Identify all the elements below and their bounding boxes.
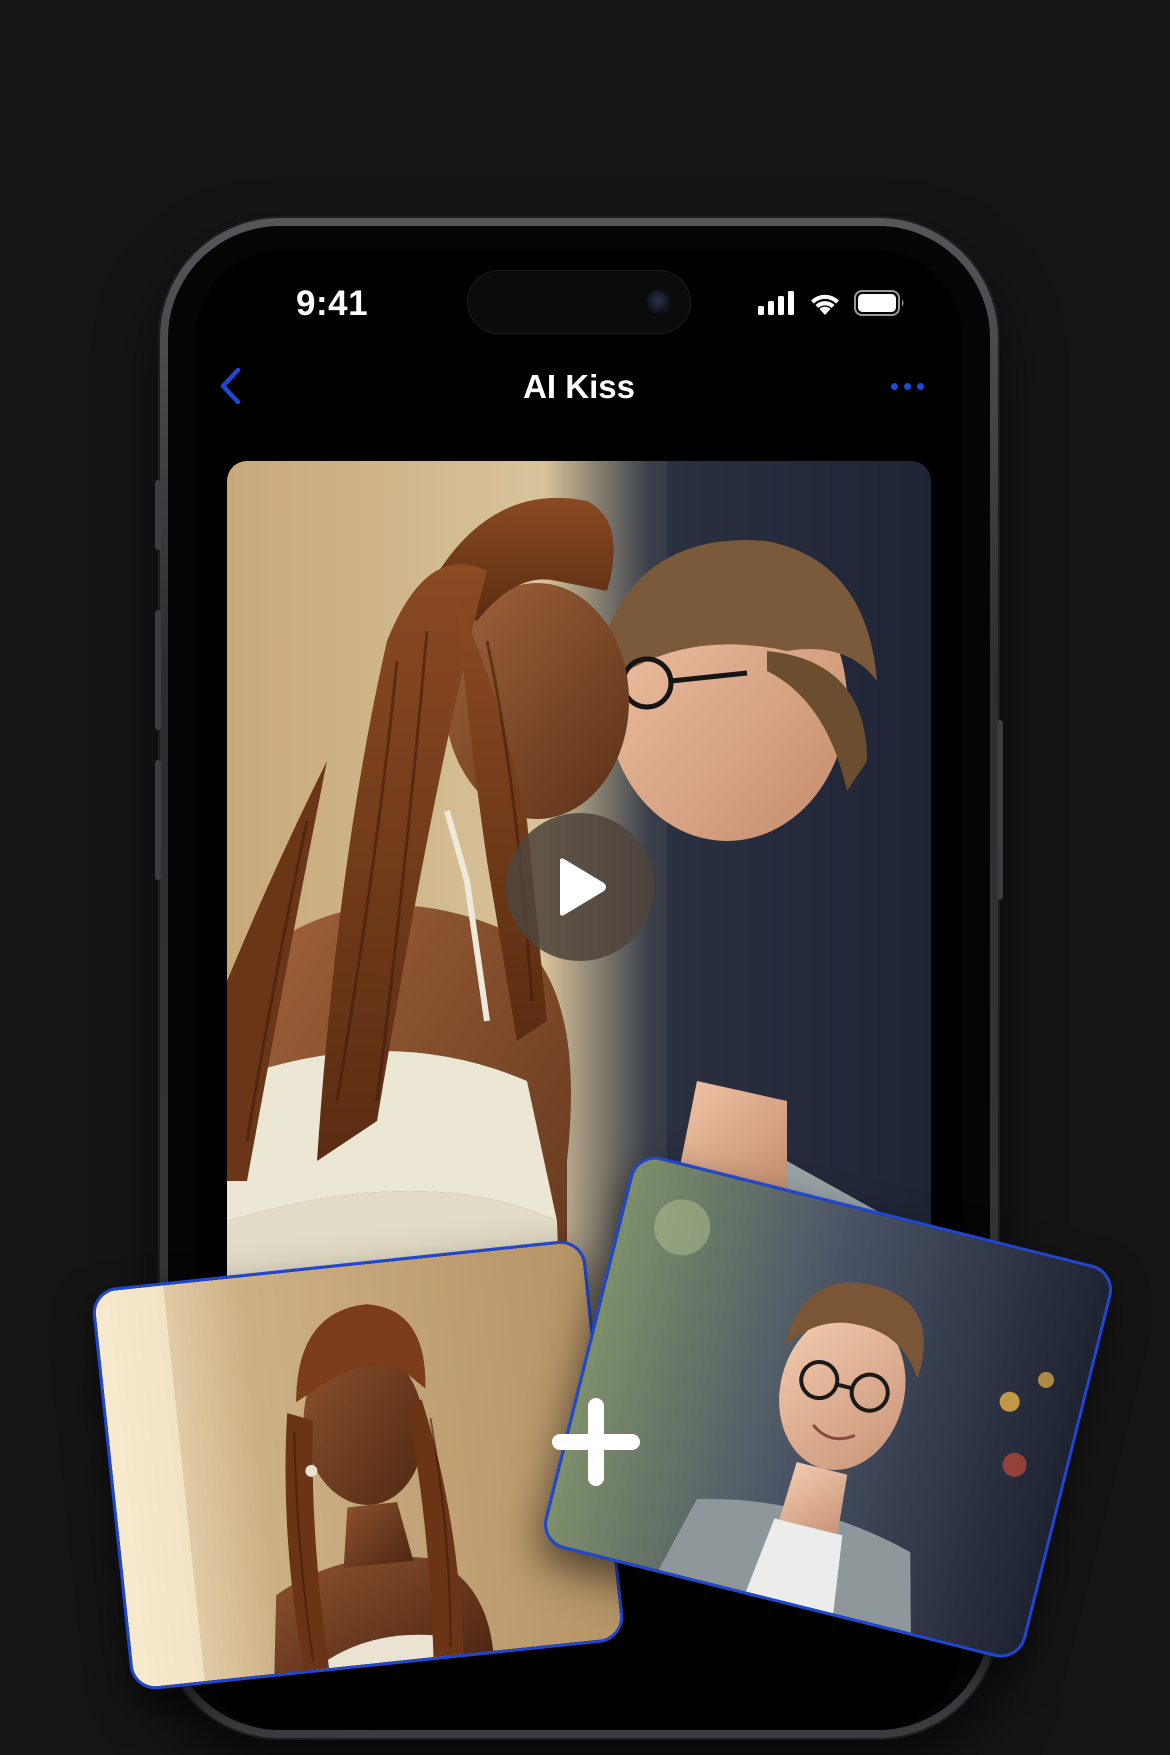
more-options-button[interactable] <box>882 370 932 402</box>
battery-icon <box>854 290 904 316</box>
front-camera <box>647 290 671 314</box>
status-time: 9:41 <box>296 284 369 323</box>
plus-icon <box>552 1398 640 1486</box>
page-title: AI Kiss <box>523 368 635 405</box>
ellipsis-icon <box>890 382 898 390</box>
action-button <box>155 480 161 550</box>
volume-up-button <box>155 610 161 730</box>
play-icon <box>560 858 606 916</box>
woman-portrait <box>93 1241 623 1689</box>
source-photo-woman[interactable] <box>90 1238 626 1692</box>
promo-stage: 9:41 AI Kiss <box>0 0 1170 1755</box>
volume-down-button <box>155 760 161 880</box>
power-button <box>997 720 1003 900</box>
status-icons <box>758 290 906 316</box>
cellular-signal-icon <box>758 291 794 315</box>
dynamic-island <box>467 270 691 334</box>
wifi-icon <box>811 294 839 315</box>
play-button[interactable] <box>506 813 654 961</box>
